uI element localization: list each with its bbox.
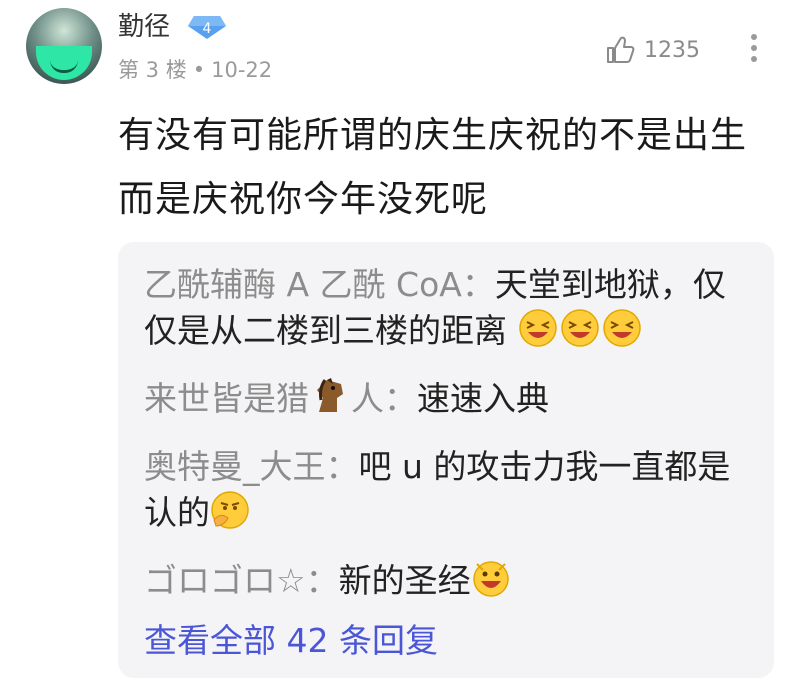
username[interactable]: 勤径 — [118, 10, 170, 44]
reply-item: 乙酰辅酶 A 乙酰 CoA：天堂到地狱，仅仅是从二楼到三楼的距离 — [144, 262, 754, 354]
meta-separator: • — [192, 58, 206, 82]
view-all-replies-link[interactable]: 查看全部 42 条回复 — [144, 618, 438, 664]
level-badge-text: 4 — [203, 21, 212, 37]
more-options-icon[interactable] — [744, 30, 764, 70]
laughing-emoji — [518, 309, 557, 347]
thinking-emoji — [211, 491, 249, 529]
comment-date: 10-22 — [211, 58, 273, 82]
comment-text: 有没有可能所谓的庆生庆祝的不是出生而是庆祝你今年没死呢 — [118, 115, 748, 220]
floor-label: 第 3 楼 — [118, 58, 187, 82]
reply-author[interactable]: 来世皆是猎 人： — [144, 378, 417, 418]
like-button[interactable]: 1235 — [604, 32, 700, 68]
reply-author[interactable]: 乙酰辅酶 A 乙酰 CoA： — [144, 265, 495, 304]
reply-text: 速速入典 — [417, 379, 549, 418]
reply-author[interactable]: 奥特曼_大王： — [144, 447, 359, 486]
replies-panel: 乙酰辅酶 A 乙酰 CoA：天堂到地狱，仅仅是从二楼到三楼的距离 来世皆是猎 人：… — [118, 242, 774, 678]
reply-item: ゴロゴロ☆：新的圣经 — [144, 558, 754, 604]
horse-emoji — [317, 378, 343, 412]
level-badge-icon: 4 — [188, 16, 226, 39]
reply-item: 来世皆是猎 人：速速入典 — [144, 376, 754, 422]
reply-text: 新的圣经 — [338, 561, 471, 600]
laughing-emoji — [602, 309, 641, 347]
thumbs-up-icon — [607, 36, 635, 63]
reply-item: 奥特曼_大王：吧 u 的攻击力我一直都是认的 — [144, 444, 754, 536]
grinning-emoji — [472, 561, 509, 597]
like-count: 1235 — [644, 37, 700, 63]
laughing-emoji — [560, 309, 599, 347]
reply-author[interactable]: ゴロゴロ☆： — [144, 561, 339, 600]
comment-meta: 第 3 楼 • 10-22 — [118, 56, 272, 84]
avatar[interactable] — [26, 8, 102, 84]
